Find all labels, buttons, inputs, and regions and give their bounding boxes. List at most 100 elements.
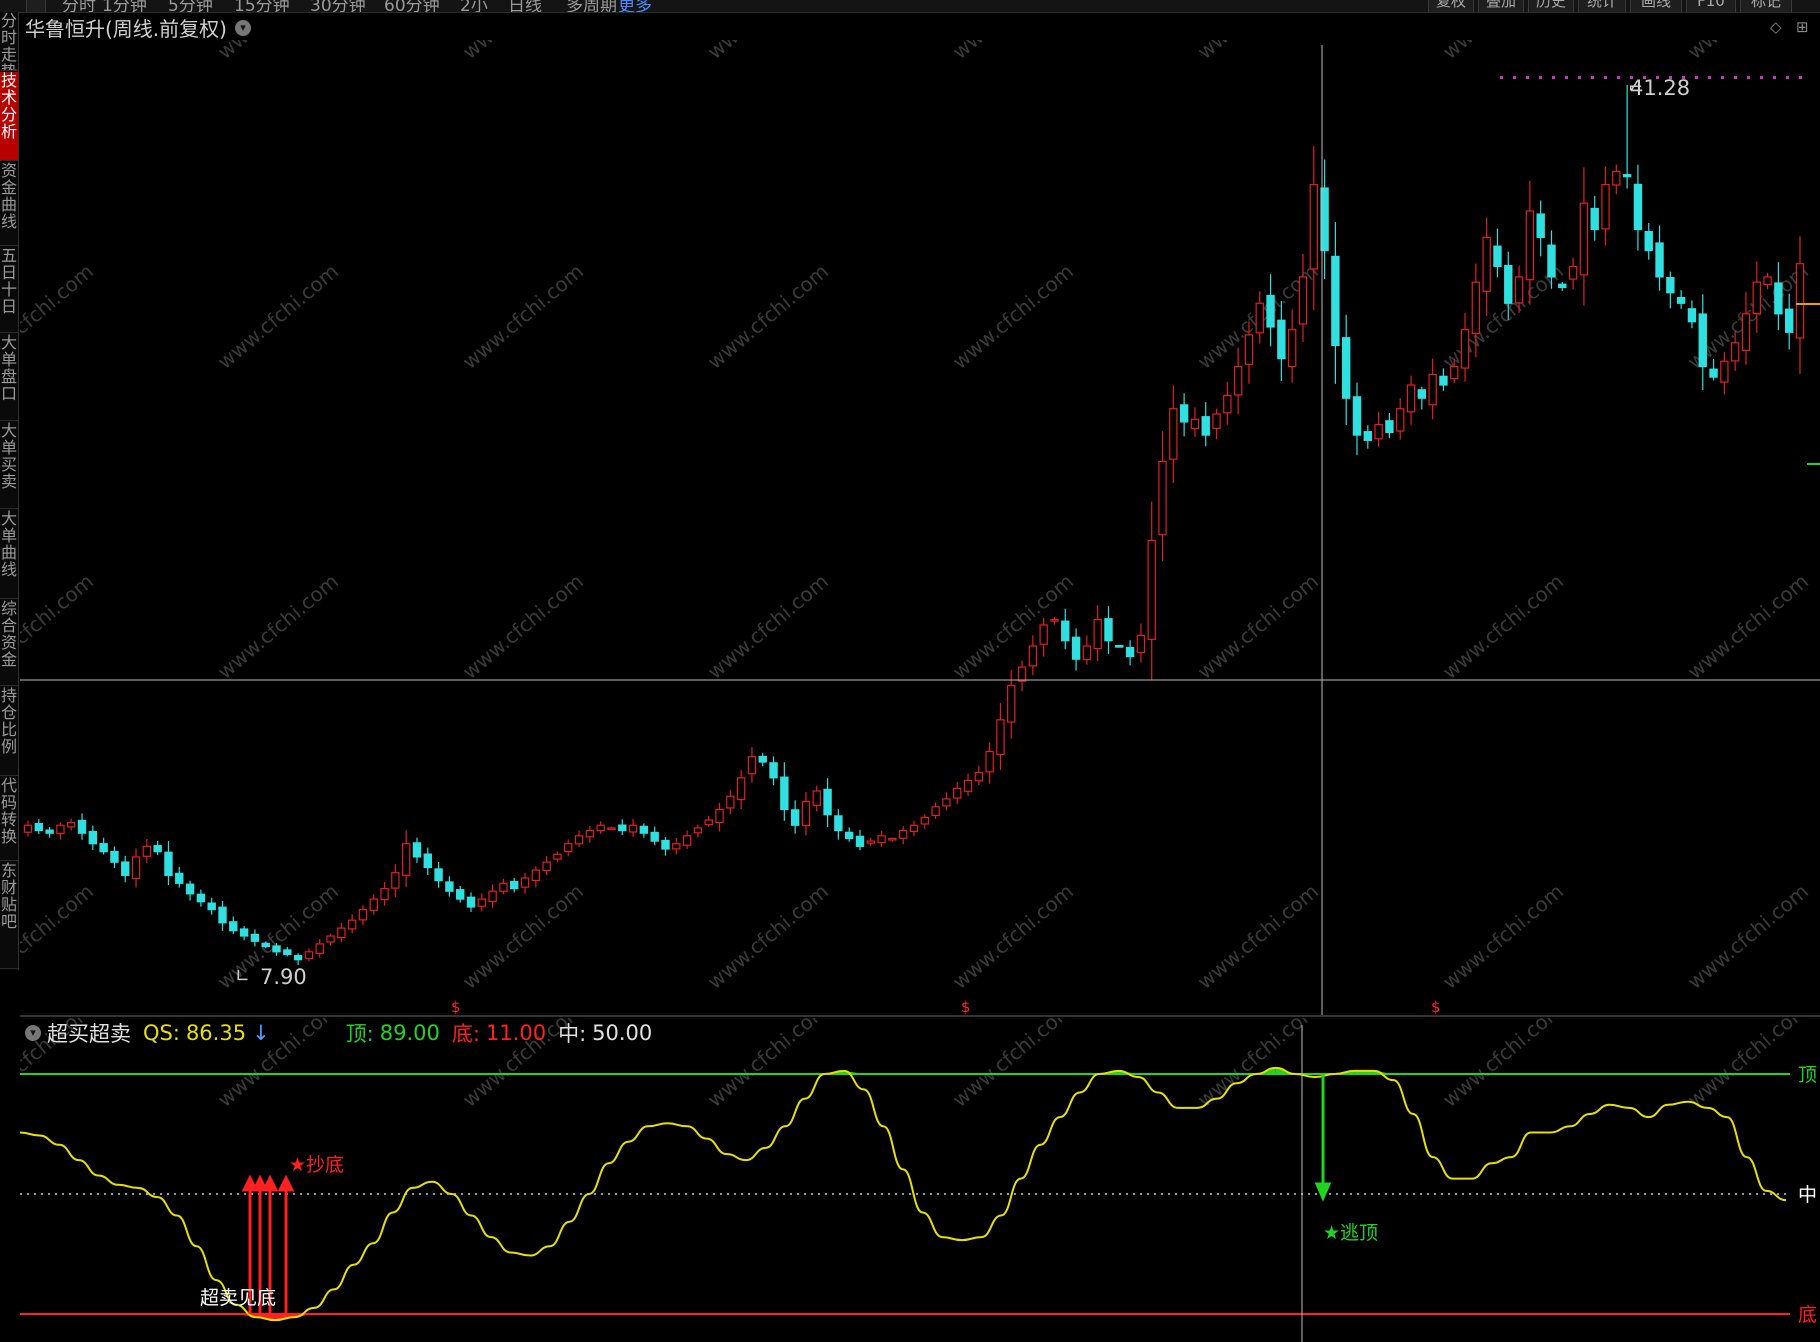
candle-body — [1104, 618, 1113, 642]
timeframe-tab[interactable]: 分时 — [62, 0, 96, 12]
candle-body — [434, 868, 443, 882]
timeframe-tab[interactable]: 1分钟 — [102, 0, 147, 12]
extreme-zone-fill — [235, 1067, 1394, 1321]
candle-body — [1428, 373, 1437, 406]
candle-body — [1352, 396, 1362, 436]
toolbar-button[interactable]: 画线 — [1630, 0, 1682, 12]
watermark-text: www.cfchi.com — [948, 1018, 1078, 1112]
dot — [1786, 76, 1789, 79]
candle-body — [1039, 624, 1048, 645]
watermark-text: www.cfchi.com — [703, 40, 833, 64]
top-axis-label: 顶 — [1798, 1064, 1817, 1086]
timeframe-tab[interactable]: 多周期 — [566, 0, 617, 12]
event-marker: $ — [1431, 998, 1441, 1015]
watermark-text: www.cfchi.com — [1683, 40, 1813, 64]
toolbar-button[interactable]: 历史 — [1528, 0, 1574, 12]
sidebar-tab[interactable]: 分时走势 — [0, 12, 18, 71]
timeframe-more-link[interactable]: 更多 — [618, 0, 652, 12]
dot — [1617, 76, 1620, 79]
watermark-text: www.cfchi.com — [1193, 569, 1323, 684]
watermark-text: www.cfchi.com — [1438, 40, 1568, 64]
candle-body — [596, 824, 605, 832]
watermark-text: www.cfchi.com — [20, 259, 98, 374]
candle-body — [801, 800, 811, 827]
candle-body — [1223, 394, 1232, 414]
candle-body — [380, 887, 389, 901]
candle-body — [455, 889, 465, 900]
candle-body — [1331, 255, 1340, 347]
watermark-text: www.cfchi.com — [458, 259, 588, 374]
watermark-text: www.cfchi.com — [703, 879, 833, 994]
candle-body — [1147, 539, 1156, 640]
candle-body — [758, 755, 767, 763]
candle-body — [790, 809, 800, 826]
sidebar-tab[interactable]: 大单盘口 — [0, 334, 18, 421]
sidebar-tab[interactable]: 代码转换 — [0, 777, 18, 861]
sidebar-tab[interactable]: 大单曲线 — [0, 510, 18, 599]
candle-body — [218, 906, 227, 924]
toolbar-button[interactable]: F10 — [1686, 0, 1736, 12]
candle-body — [931, 806, 940, 817]
timeframe-tab[interactable]: 5分钟 — [168, 0, 213, 12]
timeframe-tab[interactable]: 2小 — [460, 0, 488, 12]
candle-body — [1017, 666, 1027, 682]
watermark-text: www.cfchi.com — [703, 569, 833, 684]
candle-body — [1698, 313, 1707, 368]
low-price-label: 7.90 — [260, 965, 307, 989]
candle-body — [401, 843, 411, 876]
candle-body — [1612, 170, 1621, 186]
candle-body — [347, 919, 357, 930]
chevron-down-icon[interactable]: ▾ — [234, 19, 251, 36]
candle-body — [1450, 365, 1459, 380]
expand-icon[interactable]: ⊞ — [1796, 18, 1809, 36]
watermark-text: www.cfchi.com — [1683, 879, 1813, 994]
candle-body — [45, 829, 54, 834]
timeframe-tab[interactable]: 15分钟 — [234, 0, 290, 12]
watermark-text: www.cfchi.com — [703, 259, 833, 374]
candle-body — [1385, 420, 1394, 434]
candle-body — [715, 808, 724, 824]
indicator-name[interactable]: 超买超卖 — [47, 1018, 131, 1048]
candle-body — [834, 815, 843, 832]
chevron-down-icon[interactable]: ▾ — [25, 1025, 41, 1041]
candle-body — [855, 835, 865, 847]
sidebar-tab[interactable]: 技术分析 — [0, 72, 18, 161]
candle-body — [1504, 264, 1513, 304]
toolbar-button[interactable]: 复权 — [1428, 0, 1474, 12]
sidebar-tab[interactable]: 资金曲线 — [0, 162, 18, 246]
timeframe-tab[interactable]: 日线 — [508, 0, 542, 12]
candle-body — [942, 798, 951, 807]
mid-value: 50.00 — [592, 1021, 653, 1045]
event-marker: $ — [451, 998, 461, 1015]
sidebar-tab[interactable]: 持仓比例 — [0, 687, 18, 776]
sidebar-tab[interactable]: 大单买卖 — [0, 422, 18, 509]
dot — [1578, 76, 1581, 79]
price-chart[interactable]: www.cfchi.com www.cfchi.com www.cfchi.com w… — [20, 40, 1820, 1015]
watermark-text: www.cfchi.com — [948, 40, 1078, 64]
candle-body — [1201, 416, 1210, 436]
candle-body — [1622, 174, 1632, 178]
oscillator-chart[interactable]: www.cfchi.com www.cfchi.com www.cfchi.com w… — [20, 1018, 1820, 1342]
sidebar-tab[interactable]: 综合资金 — [0, 600, 18, 686]
dot — [1747, 76, 1750, 79]
candle-body — [326, 935, 335, 943]
watermark-text: www.cfchi.com — [458, 40, 588, 64]
toolbar-button[interactable]: 统计 — [1578, 0, 1626, 12]
diamond-icon[interactable]: ◇ — [1770, 18, 1782, 36]
watermark-text: www.cfchi.com — [1438, 569, 1568, 684]
candle-body — [693, 827, 703, 834]
qs-value: 86.35 — [185, 1021, 247, 1045]
dot — [1695, 76, 1698, 79]
dot — [1721, 76, 1724, 79]
candle-body — [239, 928, 249, 937]
toolbar-button[interactable]: 标记 — [1740, 0, 1792, 12]
panel-separator[interactable] — [20, 1015, 1820, 1017]
toolbar-button[interactable]: 叠加 — [1478, 0, 1524, 12]
sidebar-tab[interactable]: 五日十日 — [0, 247, 18, 333]
sidebar-tab[interactable]: 东财贴吧 — [0, 862, 18, 969]
candle-body — [1709, 368, 1718, 378]
candle-body — [358, 909, 368, 921]
timeframe-tab[interactable]: 30分钟 — [310, 0, 366, 12]
timeframe-tab[interactable]: 60分钟 — [384, 0, 440, 12]
toolbar-menu-button[interactable] — [26, 0, 46, 12]
